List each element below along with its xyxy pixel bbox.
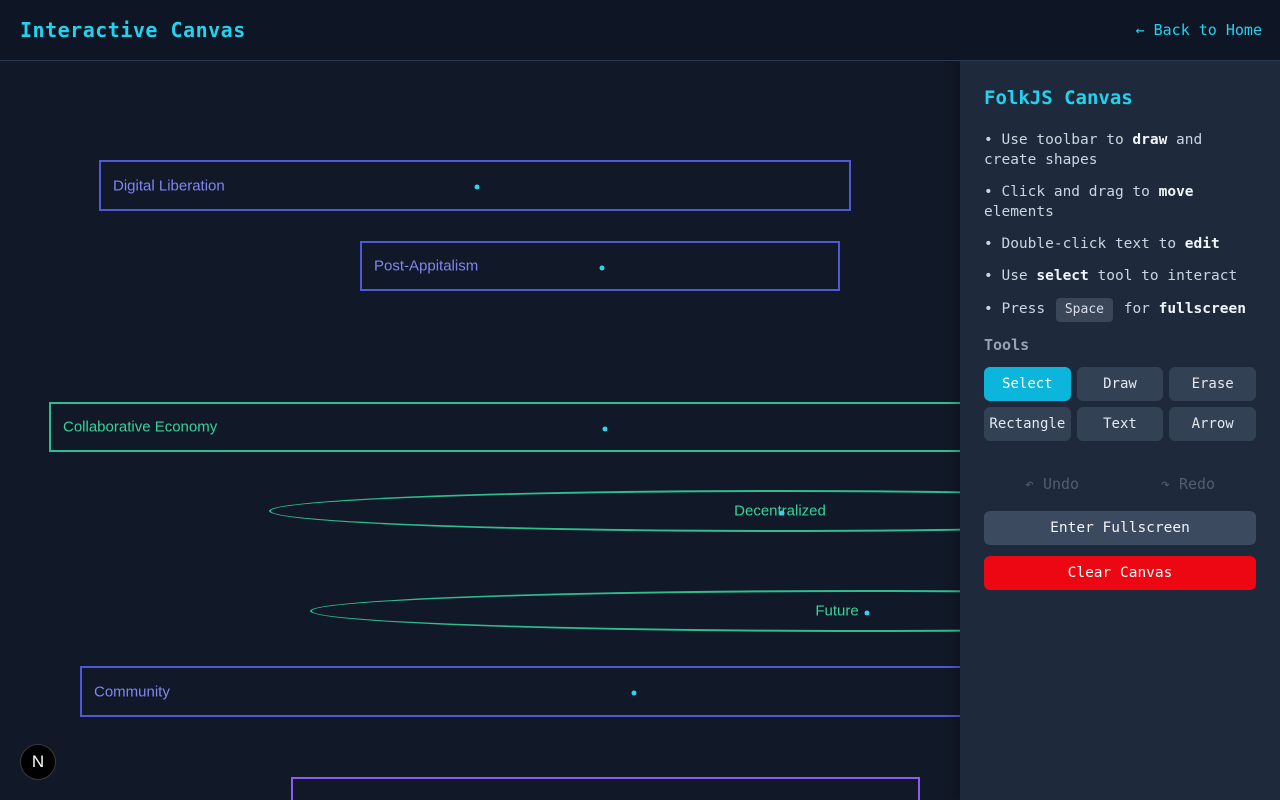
shape-center-dot — [603, 427, 608, 432]
instruction-text: • Use — [984, 268, 1036, 284]
instruction-bold-text: edit — [1185, 236, 1220, 252]
tools-grid: SelectDrawErase RectangleTextArrow — [984, 367, 1256, 441]
enter-fullscreen-button[interactable]: Enter Fullscreen — [984, 511, 1256, 545]
instruction-item: • Click and drag to move elements — [984, 182, 1256, 222]
tool-button-draw[interactable]: Draw — [1077, 367, 1164, 401]
instruction-item: • Double-click text to edit — [984, 234, 1256, 254]
undo-button[interactable]: ↶ Undo — [984, 475, 1120, 493]
shape-label-post-appitalism[interactable]: Post-Appitalism — [374, 258, 478, 275]
canvas-shape-untitled-rectangle[interactable] — [291, 777, 920, 800]
redo-icon: ↷ — [1161, 475, 1170, 493]
shape-center-dot — [865, 611, 870, 616]
shape-center-dot — [632, 691, 637, 696]
instruction-bold-text: fullscreen — [1159, 301, 1246, 317]
tool-button-text[interactable]: Text — [1077, 407, 1164, 441]
tool-button-erase[interactable]: Erase — [1169, 367, 1256, 401]
instruction-text: • Click and drag to — [984, 184, 1159, 200]
tool-button-arrow[interactable]: Arrow — [1169, 407, 1256, 441]
instruction-bold-text: move — [1159, 184, 1194, 200]
left-arrow-icon: ← — [1136, 21, 1145, 39]
shape-label-community[interactable]: Community — [94, 683, 170, 700]
shape-label-collaborative-economy[interactable]: Collaborative Economy — [63, 419, 217, 436]
history-row: ↶ Undo ↷ Redo — [984, 475, 1256, 493]
instruction-text: elements — [984, 204, 1054, 220]
undo-icon: ↶ — [1025, 475, 1034, 493]
app-header: Interactive Canvas ← Back to Home — [0, 0, 1280, 61]
shape-center-dot — [600, 266, 605, 271]
sidebar-title: FolkJS Canvas — [984, 87, 1256, 109]
back-to-home-link[interactable]: ← Back to Home — [1136, 21, 1262, 39]
redo-button[interactable]: ↷ Redo — [1120, 475, 1256, 493]
tool-button-select[interactable]: Select — [984, 367, 1071, 401]
instructions-list: • Use toolbar to draw and create shapes•… — [984, 130, 1256, 322]
space-key-badge: Space — [1056, 298, 1113, 322]
instruction-text: • Press — [984, 301, 1054, 317]
instruction-item: • Use select tool to interact — [984, 266, 1256, 286]
instruction-text: for — [1115, 301, 1159, 317]
instruction-item: • Use toolbar to draw and create shapes — [984, 130, 1256, 170]
page-title: Interactive Canvas — [20, 18, 246, 42]
instruction-text: • Double-click text to — [984, 236, 1185, 252]
clear-canvas-button[interactable]: Clear Canvas — [984, 556, 1256, 590]
tool-button-rectangle[interactable]: Rectangle — [984, 407, 1071, 441]
instruction-bold-text: select — [1036, 268, 1088, 284]
shape-label-digital-liberation[interactable]: Digital Liberation — [113, 177, 225, 194]
nextjs-dev-badge[interactable]: N — [20, 744, 56, 780]
instruction-item: • Press Space for fullscreen — [984, 298, 1256, 322]
shape-center-dot — [780, 511, 785, 516]
instruction-bold-text: draw — [1132, 132, 1167, 148]
tools-section-label: Tools — [984, 336, 1256, 354]
canvas-shape-digital-liberation[interactable]: Digital Liberation — [99, 160, 851, 211]
redo-label: Redo — [1179, 475, 1215, 493]
canvas-shape-post-appitalism[interactable]: Post-Appitalism — [360, 241, 840, 291]
shape-center-dot — [475, 185, 480, 190]
nextjs-n-icon: N — [32, 752, 44, 772]
instruction-text: • Use toolbar to — [984, 132, 1132, 148]
back-to-home-label: Back to Home — [1154, 21, 1262, 39]
undo-label: Undo — [1043, 475, 1079, 493]
instruction-text: tool to interact — [1089, 268, 1237, 284]
sidebar-panel: FolkJS Canvas • Use toolbar to draw and … — [960, 61, 1280, 800]
